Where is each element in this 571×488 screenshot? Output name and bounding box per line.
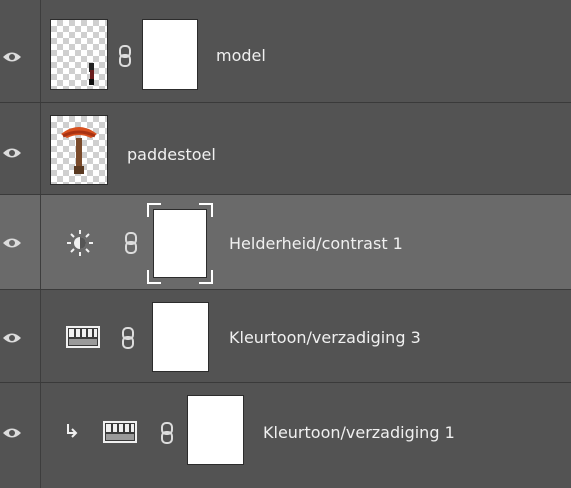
brightness-contrast-icon[interactable] <box>66 229 94 257</box>
layer-name[interactable]: Helderheid/contrast 1 <box>229 234 403 254</box>
layer-mask-selected-frame[interactable] <box>147 203 213 284</box>
layer-name[interactable]: Kleurtoon/verzadiging 1 <box>263 423 455 443</box>
layer-mask-thumbnail[interactable] <box>187 395 244 465</box>
hue-saturation-icon[interactable] <box>103 421 137 443</box>
layer-mask-thumbnail[interactable] <box>153 209 207 278</box>
link-chain-icon[interactable] <box>160 422 174 444</box>
layer-row-model[interactable]: model <box>0 0 571 103</box>
clipping-arrow-icon <box>67 424 78 438</box>
link-chain-icon[interactable] <box>121 327 135 349</box>
eye-icon[interactable] <box>2 237 22 249</box>
hue-saturation-icon[interactable] <box>66 326 100 348</box>
link-chain-icon[interactable] <box>124 232 138 254</box>
layer-row-kleurtoon-verzadiging-1[interactable]: Kleurtoon/verzadiging 1 <box>0 383 571 488</box>
layer-name[interactable]: paddestoel <box>127 145 216 165</box>
visibility-column <box>0 383 41 488</box>
visibility-column <box>0 195 41 289</box>
layer-thumbnail[interactable] <box>50 115 108 185</box>
figure-on-transparent-icon <box>89 63 94 85</box>
visibility-column <box>0 0 41 102</box>
layer-thumbnail[interactable] <box>50 19 108 90</box>
layers-panel: model paddestoel Helderheid/contrast 1 K… <box>0 0 571 488</box>
eye-icon[interactable] <box>2 147 22 159</box>
layer-row-kleurtoon-verzadiging-3[interactable]: Kleurtoon/verzadiging 3 <box>0 290 571 383</box>
link-chain-icon[interactable] <box>118 45 132 67</box>
mushroom-thumbnail-icon <box>61 127 97 174</box>
eye-icon[interactable] <box>2 51 22 63</box>
layer-name[interactable]: model <box>216 46 266 66</box>
layer-mask-thumbnail[interactable] <box>142 19 198 90</box>
layer-name[interactable]: Kleurtoon/verzadiging 3 <box>229 328 421 348</box>
visibility-column <box>0 290 41 382</box>
eye-icon[interactable] <box>2 427 22 439</box>
layer-row-helderheid-contrast-1[interactable]: Helderheid/contrast 1 <box>0 195 571 290</box>
visibility-column <box>0 103 41 194</box>
layer-mask-thumbnail[interactable] <box>152 302 209 372</box>
layer-row-paddestoel[interactable]: paddestoel <box>0 103 571 195</box>
eye-icon[interactable] <box>2 332 22 344</box>
